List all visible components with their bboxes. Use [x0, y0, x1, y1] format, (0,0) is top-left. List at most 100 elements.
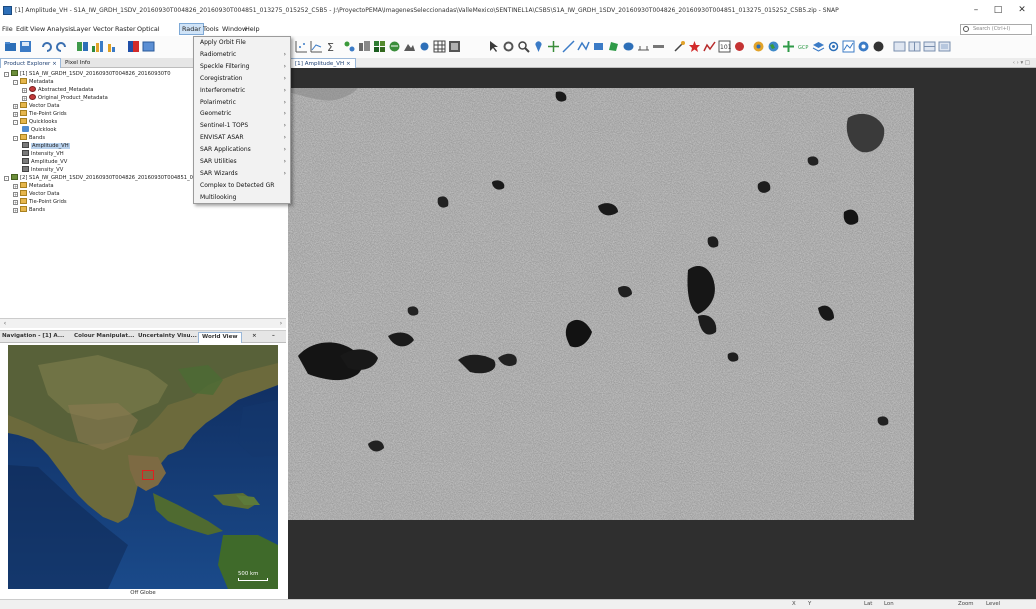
- image-viewport[interactable]: [288, 68, 1036, 599]
- profile-plot-icon[interactable]: [310, 40, 323, 53]
- menu-item-geometric[interactable]: Geometric ›: [194, 109, 290, 120]
- collapse-icon[interactable]: -: [13, 120, 18, 125]
- tree-node[interactable]: Amplitude_VV: [22, 158, 67, 166]
- layer-icon[interactable]: [142, 40, 155, 53]
- terrain-icon[interactable]: [403, 40, 416, 53]
- expand-icon[interactable]: +: [22, 96, 27, 101]
- expand-icon[interactable]: +: [13, 192, 18, 197]
- statistics-icon[interactable]: Σ: [325, 40, 338, 53]
- tree-node[interactable]: - Metadata: [13, 78, 54, 86]
- collapse-icon[interactable]: -: [13, 136, 18, 141]
- tab-world-view[interactable]: World View: [198, 332, 242, 343]
- ellipse-tool-icon[interactable]: [622, 40, 635, 53]
- tree-node[interactable]: + Original_Product_Metadata: [22, 94, 108, 102]
- menu-window[interactable]: Window: [222, 25, 247, 33]
- colour-manip-icon[interactable]: [752, 40, 765, 53]
- menu-item-multilooking[interactable]: Multilooking: [194, 193, 290, 204]
- tree-node[interactable]: + Vector Data: [13, 190, 60, 198]
- select-tool-icon[interactable]: [487, 40, 500, 53]
- close-icon[interactable]: ×: [252, 333, 257, 339]
- menu-item-apply-orbit-file[interactable]: Apply Orbit File: [194, 38, 290, 49]
- menu-file[interactable]: File: [2, 25, 13, 33]
- measure-icon[interactable]: [652, 40, 665, 53]
- spectrum-view-icon[interactable]: [703, 40, 716, 53]
- menu-help[interactable]: Help: [245, 25, 260, 33]
- tree-node[interactable]: + Bands: [13, 206, 45, 214]
- menu-item-envisat-asar[interactable]: ENVISAT ASAR ›: [194, 133, 290, 144]
- dem-icon[interactable]: [448, 40, 461, 53]
- menu-vector[interactable]: Vector: [93, 25, 113, 33]
- tab-navigation-controls[interactable]: ‹ › ▾ □: [1013, 60, 1030, 66]
- tree-node[interactable]: Intensity_VH: [22, 150, 64, 158]
- expand-icon[interactable]: +: [13, 184, 18, 189]
- zoom-tool-icon[interactable]: [517, 40, 530, 53]
- collapse-icon[interactable]: -: [4, 72, 9, 77]
- graph-icon[interactable]: [842, 40, 855, 53]
- expand-icon[interactable]: +: [22, 88, 27, 93]
- close-icon[interactable]: ×: [346, 61, 351, 67]
- menu-item-radiometric[interactable]: Radiometric ›: [194, 50, 290, 61]
- world-view-globe[interactable]: 500 km: [8, 345, 278, 589]
- spectrum-icon[interactable]: [91, 40, 104, 53]
- maximize-button[interactable]: □: [988, 2, 1008, 18]
- collapse-icon[interactable]: -: [13, 80, 18, 85]
- tree-node[interactable]: + Vector Data: [13, 102, 60, 110]
- scroll-left-icon[interactable]: ‹: [0, 319, 10, 329]
- pixel-info-icon[interactable]: [733, 40, 746, 53]
- grid-icon[interactable]: [433, 40, 446, 53]
- tree-node[interactable]: + Metadata: [13, 182, 54, 190]
- menu-analysis[interactable]: Analysis: [47, 25, 73, 33]
- minimize-button[interactable]: –: [966, 2, 986, 18]
- scroll-right-icon[interactable]: ›: [276, 319, 286, 329]
- tree-node[interactable]: + Abstracted_Metadata: [22, 86, 93, 94]
- menu-item-sar-utilities[interactable]: SAR Utilities ›: [194, 157, 290, 168]
- menu-item-complex-to-detected-gr[interactable]: Complex to Detected GR: [194, 181, 290, 192]
- tree-node[interactable]: - Quicklooks: [13, 118, 57, 126]
- expand-icon[interactable]: +: [13, 200, 18, 205]
- tile-evenly-icon[interactable]: [893, 40, 906, 53]
- magic-wand-icon[interactable]: [673, 40, 686, 53]
- tree-node[interactable]: + Tie-Point Grids: [13, 110, 67, 118]
- help-icon[interactable]: [872, 40, 885, 53]
- sync-views-icon[interactable]: [827, 40, 840, 53]
- tree-node[interactable]: Intensity_VV: [22, 166, 63, 174]
- star-icon[interactable]: [688, 40, 701, 53]
- menu-item-sar-applications[interactable]: SAR Applications ›: [194, 145, 290, 156]
- pin-tool-icon[interactable]: [532, 40, 545, 53]
- close-icon[interactable]: ×: [52, 61, 57, 67]
- pan-tool-icon[interactable]: [502, 40, 515, 53]
- menu-item-interferometric[interactable]: Interferometric ›: [194, 86, 290, 97]
- graph-builder-icon[interactable]: [343, 40, 356, 53]
- menu-item-speckle-filtering[interactable]: Speckle Filtering ›: [194, 62, 290, 73]
- expand-icon[interactable]: +: [13, 112, 18, 117]
- save-product-icon[interactable]: [19, 40, 32, 53]
- tab-colour-manipulation[interactable]: Colour Manipulat...: [74, 333, 134, 339]
- batch-processing-icon[interactable]: [358, 40, 371, 53]
- tile-vertical-icon[interactable]: [923, 40, 936, 53]
- time-series-icon[interactable]: 101: [718, 40, 731, 53]
- menu-radar[interactable]: Radar: [179, 23, 204, 35]
- gcp-icon[interactable]: [388, 40, 401, 53]
- sar-amplitude-image[interactable]: [288, 88, 914, 520]
- tab-amplitude-vh[interactable]: [1] Amplitude_VH ×: [290, 58, 356, 68]
- tab-navigation[interactable]: Navigation - [1] A...: [2, 333, 64, 339]
- tile-horizontal-icon[interactable]: [908, 40, 921, 53]
- menu-layer[interactable]: Layer: [73, 25, 91, 33]
- search-input[interactable]: Search (Ctrl+I): [960, 24, 1032, 35]
- histogram-icon[interactable]: [106, 40, 119, 53]
- tree-node[interactable]: + Tie-Point Grids: [13, 198, 67, 206]
- tab-uncertainty[interactable]: Uncertainty Visu...: [138, 333, 197, 339]
- colour-icon[interactable]: [127, 40, 140, 53]
- collapse-icon[interactable]: -: [4, 176, 9, 181]
- undo-icon[interactable]: [40, 40, 53, 53]
- menu-view[interactable]: View: [30, 25, 45, 33]
- tree-node[interactable]: - [1] S1A_IW_GRDH_1SDV_20160930T004826_20…: [4, 70, 171, 78]
- scatter-plot-icon[interactable]: [295, 40, 308, 53]
- menu-tools[interactable]: Tools: [203, 25, 219, 33]
- tree-node[interactable]: Quicklook: [22, 126, 56, 134]
- menu-optical[interactable]: Optical: [137, 25, 160, 33]
- line-tool-icon[interactable]: [562, 40, 575, 53]
- menu-raster[interactable]: Raster: [115, 25, 136, 33]
- polygon-tool-icon[interactable]: [607, 40, 620, 53]
- expand-icon[interactable]: +: [13, 208, 18, 213]
